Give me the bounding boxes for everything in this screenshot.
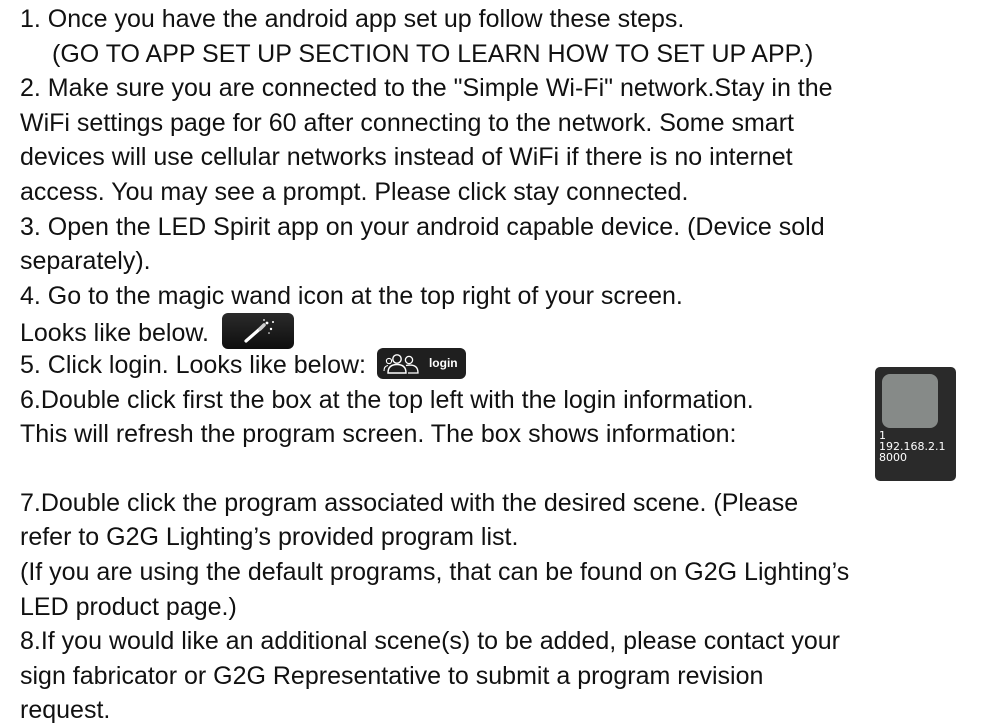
step-7-line: LED product page.) <box>20 592 237 621</box>
step-3-line: separately). <box>20 247 151 276</box>
step-7-line: 7.Double click the program associated wi… <box>20 488 799 517</box>
step-8-line: sign fabricator or G2G Representative to… <box>20 661 764 690</box>
step-3-line: 3. Open the LED Spirit app on your andro… <box>20 212 825 241</box>
device-thumbnail <box>882 374 938 428</box>
step-2-line: devices will use cellular networks inste… <box>20 143 793 172</box>
device-login-box[interactable]: 1 192.168.2.1 8000 <box>875 367 956 481</box>
step-4-line: 4. Go to the magic wand icon at the top … <box>20 281 683 310</box>
step-7-line: refer to G2G Lighting’s provided program… <box>20 523 519 552</box>
magic-wand-button[interactable] <box>221 313 294 350</box>
login-label: login <box>428 355 458 370</box>
users-icon <box>383 354 419 374</box>
step-4-example: Looks like below. <box>20 313 980 350</box>
step-1-line: 1. Once you have the android app set up … <box>20 5 685 33</box>
step-4-label: Looks like below. <box>20 319 210 348</box>
instructions-document: 1. Once you have the android app set up … <box>20 2 980 728</box>
step-2-line: WiFi settings page for 60 after connecti… <box>20 108 794 137</box>
device-port: 8000 <box>879 451 907 464</box>
step-7-line: (If you are using the default programs, … <box>20 557 850 586</box>
step-2-line: 2. Make sure you are connected to the "S… <box>20 74 833 103</box>
step-8-line: request. <box>20 696 111 725</box>
step-6-line: 6.Double click first the box at the top … <box>20 385 754 414</box>
step-1-note: (GO TO APP SET UP SECTION TO LEARN HOW T… <box>52 39 814 68</box>
magic-wand-icon <box>244 319 274 343</box>
step-6-line: This will refresh the program screen. Th… <box>20 420 737 449</box>
step-5-line: 5. Click login. Looks like below: login <box>20 347 980 383</box>
step-5-label: 5. Click login. Looks like below: <box>20 350 366 379</box>
login-button[interactable]: login <box>376 347 466 379</box>
step-8-line: 8.If you would like an additional scene(… <box>20 627 840 656</box>
step-2-line: access. You may see a prompt. Please cli… <box>20 177 689 206</box>
device-info: 1 192.168.2.1 8000 <box>879 430 945 463</box>
